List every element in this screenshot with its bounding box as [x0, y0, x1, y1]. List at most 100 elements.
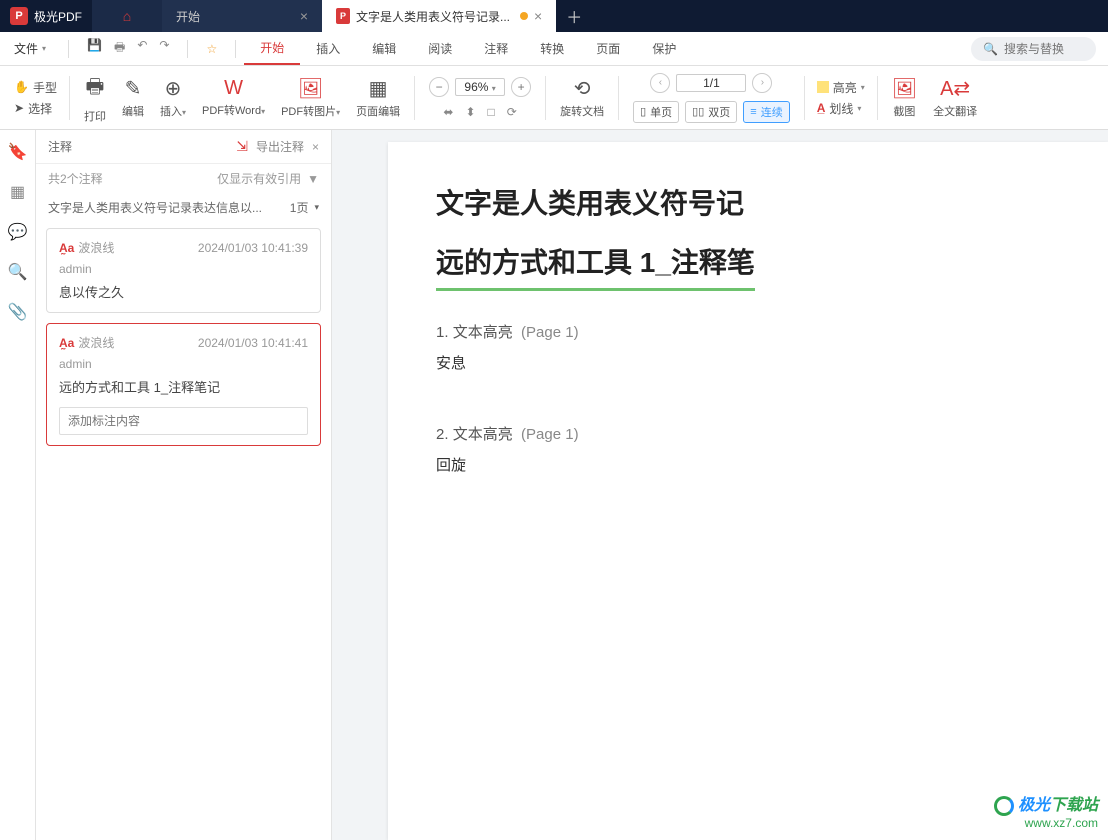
doc-title-line-2[interactable]: 远的方式和工具 1_注释笔	[436, 241, 755, 291]
view-continuous[interactable]: ≡ 连续	[743, 101, 789, 123]
tool-insert[interactable]: ⊕插入▾	[152, 66, 194, 129]
tool-highlight[interactable]: 高亮▾	[817, 79, 865, 96]
print-icon: 🖶	[86, 72, 105, 106]
entry-page: (Page 1)	[521, 426, 579, 443]
fit-page-icon[interactable]: ⬍	[465, 105, 475, 119]
panel-subheader: 共2个注释 仅显示有效引用 ▼	[36, 164, 331, 193]
tool-translate[interactable]: A⇄全文翻译	[925, 66, 985, 129]
fit-width-icon[interactable]: ⬌	[443, 105, 453, 119]
highlight-entry: 1. 文本高亮 (Page 1) 安息	[436, 321, 1108, 373]
menu-insert[interactable]: 插入	[300, 32, 356, 65]
annotation-card[interactable]: A̰a 波浪线 2024/01/03 10:41:41 admin 远的方式和工…	[46, 323, 321, 446]
tool-strikeline[interactable]: A̲划线▾	[817, 100, 865, 117]
translate-icon: A⇄	[940, 76, 970, 101]
annotation-count: 共2个注释	[48, 170, 103, 187]
undo-icon[interactable]: ↶	[137, 38, 147, 59]
screenshot-icon: 🖼	[892, 76, 917, 101]
annotation-card[interactable]: A̰a 波浪线 2024/01/03 10:41:39 admin 息以传之久	[46, 228, 321, 313]
tool-rotate[interactable]: ⟲旋转文档	[552, 66, 612, 129]
search-rail-icon[interactable]: 🔍	[8, 262, 28, 282]
watermark-url: www.xz7.com	[994, 816, 1098, 830]
image-icon: 🖼	[298, 76, 323, 101]
menu-annotate[interactable]: 注释	[468, 32, 524, 65]
document-area[interactable]: 文字是人类用表义符号记 远的方式和工具 1_注释笔 1. 文本高亮 (Page …	[332, 130, 1108, 840]
file-menu[interactable]: 文件 ▾	[0, 32, 60, 65]
close-panel-button[interactable]: ×	[312, 140, 319, 154]
tool-screenshot[interactable]: 🖼截图	[884, 66, 925, 129]
file-menu-label: 文件	[14, 40, 38, 57]
separator	[68, 40, 69, 58]
highlight-swatch-icon	[817, 81, 829, 93]
actual-size-icon[interactable]: □	[488, 105, 495, 119]
annotation-type: 波浪线	[78, 239, 114, 256]
wavy-icon: A̰a	[59, 241, 74, 255]
rotate-icon: ⟲	[574, 76, 591, 101]
entry-body: 安息	[436, 352, 1108, 373]
page-indicator[interactable]: 1/1	[676, 74, 746, 92]
tool-pageedit[interactable]: ▦页面编辑	[348, 66, 408, 129]
separator	[187, 40, 188, 58]
annotation-type: 波浪线	[78, 334, 114, 351]
search-input[interactable]	[1004, 42, 1084, 56]
menu-read[interactable]: 阅读	[412, 32, 468, 65]
left-rail: 🔖 ▦ 💬 🔍 📎	[0, 130, 36, 840]
pdf-icon: P	[336, 8, 350, 24]
annotation-panel: 注释 ⇲ 导出注释 × 共2个注释 仅显示有效引用 ▼ 文字是人类用表义符号记录…	[36, 130, 332, 840]
wavy-icon: A̰a	[59, 336, 74, 350]
zoom-in-button[interactable]: +	[511, 77, 531, 97]
annotation-user: admin	[59, 357, 308, 371]
tab-document[interactable]: P 文字是人类用表义符号记录... ×	[322, 0, 556, 32]
zoom-out-button[interactable]: −	[429, 77, 449, 97]
home-icon: ⌂	[123, 8, 131, 24]
redo-icon[interactable]: ↷	[159, 38, 169, 59]
zoom-value[interactable]: 96% ▾	[455, 78, 505, 96]
document-page: 文字是人类用表义符号记 远的方式和工具 1_注释笔 1. 文本高亮 (Page …	[388, 142, 1108, 840]
tool-select[interactable]: ➤选择	[14, 100, 57, 117]
menu-protect[interactable]: 保护	[636, 32, 692, 65]
view-double[interactable]: ▯▯ 双页	[685, 101, 737, 123]
tool-edit[interactable]: ✎编辑	[114, 66, 152, 129]
close-icon[interactable]: ×	[534, 8, 542, 24]
save-icon[interactable]: 💾	[87, 38, 102, 59]
tab-add[interactable]: ＋	[556, 0, 592, 32]
menu-start[interactable]: 开始	[244, 32, 300, 65]
refresh-icon[interactable]: ⟳	[507, 105, 517, 119]
tab-start[interactable]: 开始 ×	[162, 0, 322, 32]
menu-edit[interactable]: 编辑	[356, 32, 412, 65]
entry-index: 2.	[436, 426, 449, 443]
swirl-icon	[994, 796, 1014, 816]
export-icon[interactable]: ⇲	[236, 138, 248, 155]
entry-label: 文本高亮	[453, 426, 513, 443]
prev-page-button[interactable]: ‹	[650, 73, 670, 93]
tool-pdf2img[interactable]: 🖼PDF转图片▾	[273, 66, 348, 129]
separator	[69, 76, 70, 120]
panel-title: 注释	[48, 138, 72, 155]
print-icon[interactable]: 🖶	[114, 38, 125, 59]
menu-page[interactable]: 页面	[580, 32, 636, 65]
chevron-down-icon: ▾	[314, 202, 319, 213]
annotation-reply-input[interactable]	[59, 407, 308, 435]
menu-convert[interactable]: 转换	[524, 32, 580, 65]
tool-print[interactable]: 🖶打印	[76, 66, 114, 129]
edit-icon: ✎	[125, 76, 142, 101]
tool-pdf2word[interactable]: WPDF转Word▾	[194, 66, 273, 129]
thumbnails-icon[interactable]: ▦	[10, 182, 25, 202]
strike-icon: A̲	[817, 101, 826, 115]
next-page-button[interactable]: ›	[752, 73, 772, 93]
entry-index: 1.	[436, 324, 449, 341]
annotations-icon[interactable]: 💬	[8, 222, 28, 242]
panel-doc-row[interactable]: 文字是人类用表义符号记录表达信息以... 1页 ▾	[36, 193, 331, 222]
bookmark-icon[interactable]: 🔖	[8, 142, 28, 162]
tab-home[interactable]: ⌂	[92, 0, 162, 32]
export-button[interactable]: 导出注释	[256, 138, 304, 155]
page-edit-icon: ▦	[369, 76, 388, 101]
close-icon[interactable]: ×	[300, 8, 308, 24]
attachment-icon[interactable]: 📎	[8, 302, 28, 322]
view-single[interactable]: ▯ 单页	[633, 101, 679, 123]
search-box[interactable]: 🔍	[971, 37, 1096, 61]
tool-hand[interactable]: ✋手型	[14, 79, 57, 96]
filter-icon[interactable]: ▼	[307, 172, 319, 186]
separator	[804, 76, 805, 120]
quick-access: 💾 🖶 ↶ ↷	[77, 38, 179, 59]
favorite-icon[interactable]: ☆	[196, 42, 227, 56]
